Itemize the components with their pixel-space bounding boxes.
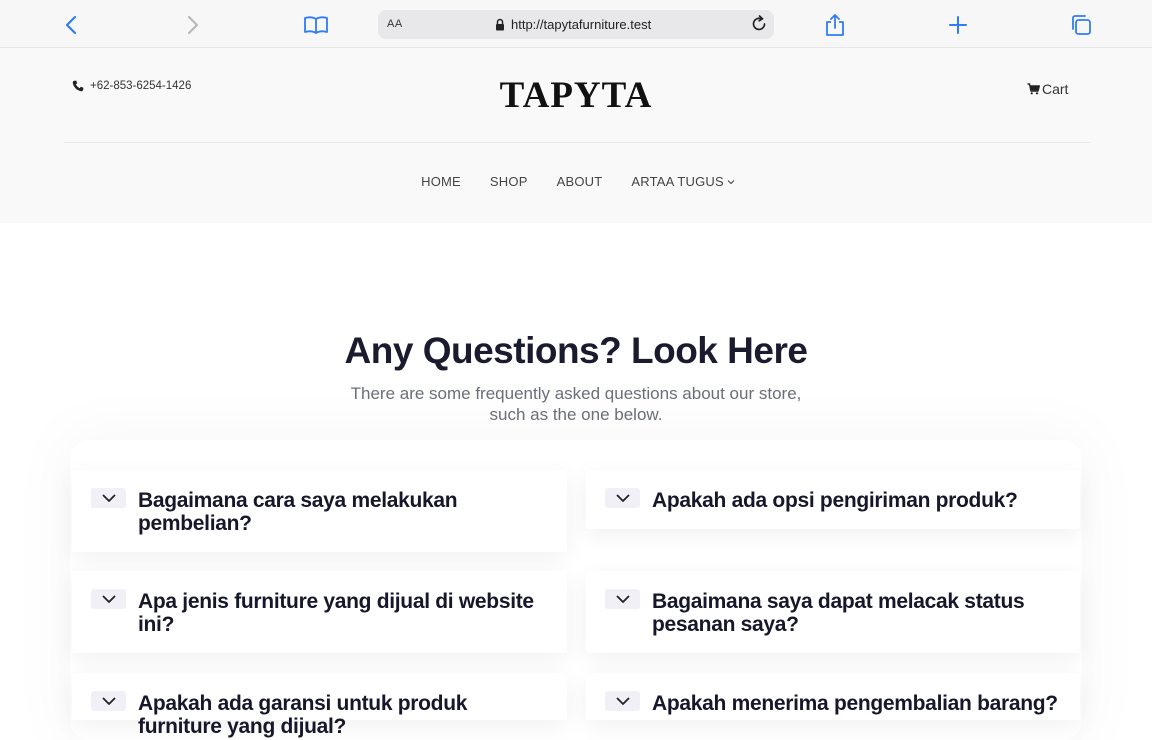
main-nav: HOME SHOP ABOUT ARTAA TUGUS <box>0 174 1152 189</box>
faq-title: Any Questions? Look Here <box>344 330 808 371</box>
nav-item-artaa-tugus[interactable]: ARTAA TUGUS <box>631 174 735 189</box>
header-divider <box>64 142 1090 143</box>
faq-question: Apa jenis furniture yang dijual di websi… <box>138 590 534 636</box>
reload-icon <box>752 15 766 31</box>
nav-label: ABOUT <box>556 174 603 189</box>
nav-label: ARTAA TUGUS <box>631 174 724 189</box>
cart-link[interactable]: Cart <box>1027 81 1068 97</box>
nav-label: HOME <box>421 174 461 189</box>
faq-item[interactable]: Apakah menerima pengembalian barang? <box>586 673 1080 720</box>
cart-label: Cart <box>1042 81 1069 97</box>
chevron-down-icon <box>615 697 630 705</box>
tabs-button[interactable] <box>1066 10 1096 40</box>
faq-item[interactable]: Apa jenis furniture yang dijual di websi… <box>72 571 567 653</box>
faq-item[interactable]: Bagaimana saya dapat melacak status pesa… <box>586 571 1080 653</box>
browser-toolbar: AA http://tapytafurniture.test <box>0 0 1152 48</box>
faq-toggle[interactable] <box>91 589 126 609</box>
faq-question: Apakah menerima pengembalian barang? <box>652 692 1058 715</box>
faq-item[interactable]: Apakah ada garansi untuk produk furnitur… <box>72 673 567 738</box>
nav-item-about[interactable]: ABOUT <box>557 174 603 189</box>
site-logo[interactable]: TAPYTA <box>0 74 1152 117</box>
faq-question: Bagaimana cara saya melakukan pembelian? <box>138 489 458 535</box>
new-tab-icon <box>949 16 967 34</box>
site-header: +62-853-6254-1426 TAPYTA Cart HOME SHOP … <box>0 48 1152 223</box>
faq-question: Bagaimana saya dapat melacak status pesa… <box>652 590 1025 636</box>
back-button[interactable] <box>56 10 86 40</box>
bookmarks-icon <box>304 16 328 34</box>
bookmarks-button[interactable] <box>301 10 331 40</box>
nav-item-home[interactable]: HOME <box>421 174 461 189</box>
faq-toggle[interactable] <box>91 691 126 711</box>
address-bar[interactable]: AA http://tapytafurniture.test <box>378 10 774 39</box>
share-icon <box>826 14 844 36</box>
nav-label: SHOP <box>489 174 528 189</box>
reader-label: AA <box>387 18 403 30</box>
faq-toggle[interactable] <box>91 488 126 508</box>
faq-item[interactable]: Apakah ada opsi pengiriman produk? <box>586 470 1080 529</box>
faq-question: Apakah ada garansi untuk produk furnitur… <box>138 692 468 738</box>
forward-button[interactable] <box>178 10 208 40</box>
lock-icon <box>496 18 504 31</box>
chevron-down-icon <box>727 179 735 184</box>
reader-button[interactable]: AA <box>387 18 403 30</box>
reload-button[interactable] <box>749 14 769 39</box>
nav-item-shop[interactable]: SHOP <box>490 174 528 189</box>
faq-toggle[interactable] <box>605 589 640 609</box>
faq-subtitle: There are some frequently asked question… <box>350 384 802 424</box>
chevron-down-icon <box>101 494 116 502</box>
faq-toggle[interactable] <box>605 691 640 711</box>
chevron-down-icon <box>101 595 116 603</box>
share-button[interactable] <box>820 10 850 40</box>
faq-item[interactable]: Bagaimana cara saya melakukan pembelian? <box>72 470 567 552</box>
url-text: http://tapytafurniture.test <box>511 17 652 32</box>
cart-icon <box>1027 83 1040 95</box>
faq-toggle[interactable] <box>605 488 640 508</box>
chevron-down-icon <box>615 494 630 502</box>
chevron-down-icon <box>615 595 630 603</box>
faq-question: Apakah ada opsi pengiriman produk? <box>652 489 1018 512</box>
new-tab-button[interactable] <box>943 10 973 40</box>
forward-icon <box>187 15 199 35</box>
chevron-down-icon <box>101 697 116 705</box>
tabs-icon <box>1072 15 1091 35</box>
back-icon <box>65 15 77 35</box>
